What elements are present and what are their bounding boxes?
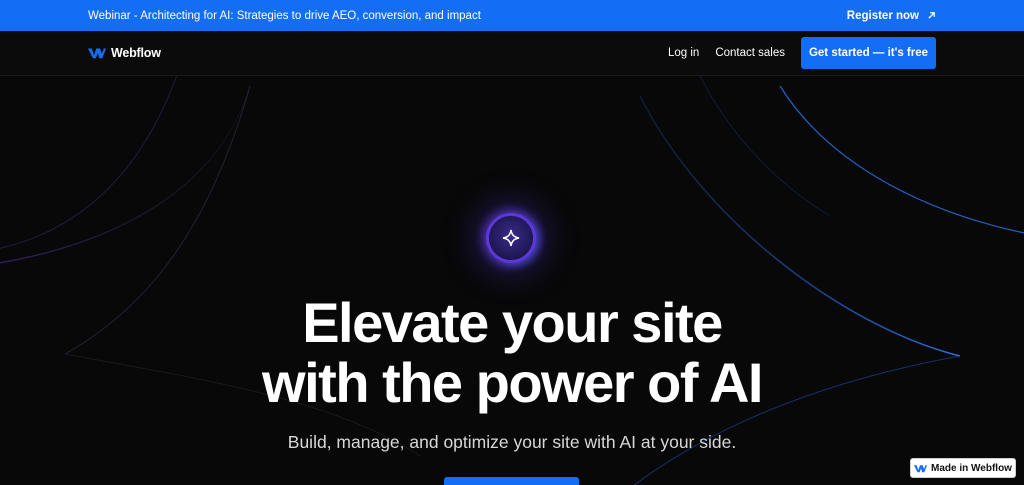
announcement-banner[interactable]: Webinar - Architecting for AI: Strategie… [0, 0, 1024, 31]
webflow-logo-icon [88, 48, 106, 59]
login-link[interactable]: Log in [668, 47, 699, 59]
ai-sparkle-orb [489, 216, 533, 260]
sparkle-icon [502, 229, 520, 247]
hero-subtitle: Build, manage, and optimize your site wi… [287, 432, 737, 452]
webflow-logo[interactable]: Webflow [88, 46, 161, 60]
top-nav: Webflow Log in Contact sales Get started… [0, 31, 1024, 76]
arrow-up-right-icon [928, 12, 935, 19]
badge-label: Made in Webflow [931, 462, 1012, 474]
get-started-button[interactable]: Get started — it's free [801, 37, 936, 69]
banner-text[interactable]: Webinar - Architecting for AI: Strategie… [88, 10, 481, 22]
contact-sales-link[interactable]: Contact sales [715, 47, 785, 59]
webflow-badge-logo-icon [914, 464, 928, 472]
register-now-label: Register now [846, 9, 919, 22]
made-in-webflow-badge[interactable]: Made in Webflow [910, 458, 1016, 478]
brand-name: Webflow [111, 46, 161, 60]
hero-cta-button[interactable] [444, 477, 579, 485]
register-now-link[interactable]: Register now [847, 10, 936, 22]
hero-background-lines [0, 76, 1024, 485]
hero-headline-line1: Elevate your site [302, 291, 723, 354]
hero-section: Elevate your site with the power of AI B… [0, 76, 1024, 485]
hero-headline-line2: with the power of AI [262, 351, 763, 414]
